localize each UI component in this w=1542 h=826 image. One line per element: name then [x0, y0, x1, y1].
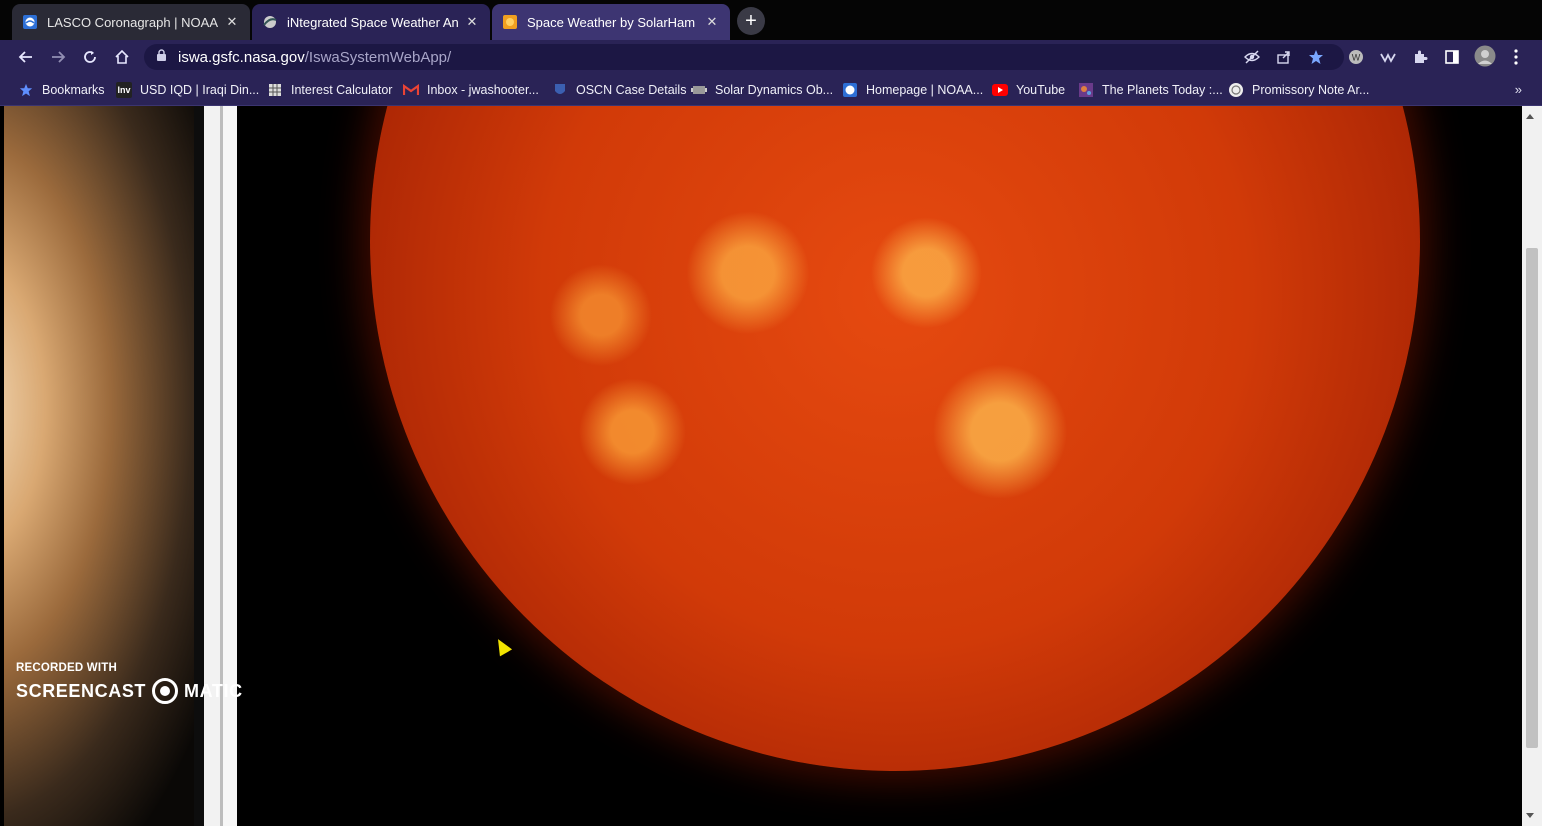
eye-off-icon[interactable]	[1243, 48, 1261, 66]
puzzle-icon[interactable]	[1411, 48, 1429, 66]
bookmark-planets-today[interactable]: The Planets Today :...	[1078, 81, 1223, 99]
bookmark-label: OSCN Case Details	[576, 83, 687, 97]
tab-lasco-coronagraph[interactable]: LASCO Coronagraph | NOAA / N ✕	[12, 4, 250, 40]
oscn-icon	[552, 82, 568, 98]
bookmark-inbox[interactable]: Inbox - jwashooter...	[403, 81, 539, 99]
noaa-shield-icon	[22, 14, 38, 30]
scroll-up-icon[interactable]	[1526, 114, 1534, 119]
bookmark-usd-iqd[interactable]: Inv USD IQD | Iraqi Din...	[116, 81, 259, 99]
arrow-left-icon	[18, 51, 32, 63]
tab-iswa[interactable]: iNtegrated Space Weather Analy ✕	[252, 4, 490, 40]
close-icon[interactable]: ✕	[224, 14, 240, 30]
bookmark-bookmarks[interactable]: Bookmarks	[18, 81, 105, 99]
screencast-logo-icon	[152, 678, 179, 704]
avatar[interactable]	[1474, 45, 1496, 67]
sdo-icon	[691, 82, 707, 98]
new-tab-button[interactable]: +	[737, 7, 765, 35]
url-path: /IswaSystemWebApp/	[304, 48, 452, 66]
bookmarks-bar: Bookmarks Inv USD IQD | Iraqi Din... Int…	[0, 74, 1542, 106]
youtube-icon	[992, 82, 1008, 98]
scroll-down-icon[interactable]	[1526, 813, 1534, 818]
investing-icon: Inv	[116, 82, 132, 98]
screencast-watermark: RECORDED WITH SCREENCAST MATIC	[16, 662, 243, 704]
browser-toolbar: iswa.gsfc.nasa.gov/IswaSystemWebApp/ W	[0, 40, 1542, 74]
tab-title: Space Weather by SolarHam	[527, 14, 696, 30]
home-button[interactable]	[110, 45, 134, 69]
mouse-cursor-icon	[491, 635, 513, 657]
bookmark-sdo[interactable]: Solar Dynamics Ob...	[691, 81, 833, 99]
bookmark-interest-calculator[interactable]: Interest Calculator	[267, 81, 392, 99]
scrollbar-thumb[interactable]	[1526, 248, 1538, 748]
bookmark-star-icon[interactable]	[1307, 48, 1325, 66]
page-content	[0, 106, 1522, 826]
tab-title: LASCO Coronagraph | NOAA / N	[47, 14, 218, 30]
arrow-right-icon	[52, 51, 66, 63]
star-icon	[18, 82, 34, 98]
nasa-swoosh-icon	[262, 14, 278, 30]
home-icon	[115, 49, 129, 64]
sun-image	[370, 106, 1420, 771]
tab-strip: LASCO Coronagraph | NOAA / N ✕ iNtegrate…	[0, 0, 1542, 40]
watermark-brand-left: SCREENCAST	[16, 680, 147, 701]
close-icon[interactable]: ✕	[704, 14, 720, 30]
gmail-icon	[403, 82, 419, 98]
svg-text:W: W	[1352, 53, 1361, 63]
more-vert-icon[interactable]	[1507, 48, 1525, 66]
back-button[interactable]	[14, 45, 38, 69]
panel-divider	[194, 106, 204, 826]
lock-icon	[156, 49, 170, 65]
bookmark-youtube[interactable]: YouTube	[992, 81, 1065, 99]
panel-frame	[223, 106, 237, 826]
address-bar[interactable]: iswa.gsfc.nasa.gov/IswaSystemWebApp/	[144, 44, 1344, 70]
tab-title: iNtegrated Space Weather Analy	[287, 14, 458, 30]
bookmark-label: The Planets Today :...	[1102, 83, 1223, 97]
bookmark-oscn[interactable]: OSCN Case Details	[552, 81, 686, 99]
bookmark-noaa-homepage[interactable]: Homepage | NOAA...	[842, 81, 983, 99]
planets-icon	[1078, 82, 1094, 98]
reload-icon	[84, 51, 96, 63]
extension-w-icon[interactable]: W	[1347, 48, 1365, 66]
watermark-recorded-with: RECORDED WITH	[16, 662, 117, 674]
bookmark-promissory-note[interactable]: Promissory Note Ar...	[1228, 81, 1369, 99]
tab-solarham[interactable]: Space Weather by SolarHam ✕	[492, 4, 730, 40]
lasco-coronagraph-image	[4, 106, 194, 826]
bookmark-label: YouTube	[1016, 83, 1066, 97]
solarham-icon	[502, 14, 518, 30]
bookmark-label: Bookmarks	[42, 83, 105, 97]
bookmark-label: Solar Dynamics Ob...	[715, 83, 834, 97]
side-panel-icon[interactable]	[1443, 48, 1461, 66]
calculator-icon	[267, 82, 283, 98]
url-host: iswa.gsfc.nasa.gov	[178, 48, 305, 66]
watermark-brand: SCREENCAST MATIC	[16, 678, 243, 704]
panel-frame	[204, 106, 220, 826]
forward-button[interactable]	[46, 45, 70, 69]
plus-icon: +	[745, 9, 757, 32]
promissory-icon	[1228, 82, 1244, 98]
share-icon[interactable]	[1275, 48, 1293, 66]
bookmark-label: Promissory Note Ar...	[1252, 83, 1370, 97]
bookmark-label: Inbox - jwashooter...	[427, 83, 539, 97]
close-icon[interactable]: ✕	[464, 14, 480, 30]
reload-button[interactable]	[78, 45, 102, 69]
bookmark-label: USD IQD | Iraqi Din...	[140, 83, 260, 97]
watermark-brand-right: MATIC	[184, 680, 243, 701]
bookmark-label: Homepage | NOAA...	[866, 83, 984, 97]
noaa-shield-icon	[842, 82, 858, 98]
bookmarks-overflow-icon[interactable]: »	[1515, 82, 1522, 97]
extension-wave-icon[interactable]	[1379, 48, 1397, 66]
bookmark-label: Interest Calculator	[291, 83, 393, 97]
page-scrollbar[interactable]	[1522, 106, 1542, 826]
